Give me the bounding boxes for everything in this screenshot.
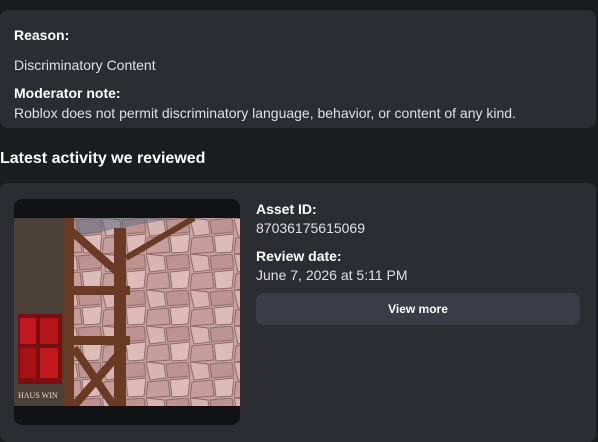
asset-id-label: Asset ID: — [256, 201, 317, 217]
view-more-button[interactable]: View more — [256, 293, 580, 325]
review-date-value: June 7, 2026 at 5:11 PM — [256, 267, 408, 283]
thumbnail-caption: HAUS WIN — [18, 391, 58, 400]
review-date-label: Review date: — [256, 248, 342, 264]
reason-value: Discriminatory Content — [14, 57, 156, 73]
asset-id-value: 87036175615069 — [256, 220, 366, 236]
top-strip — [0, 0, 598, 10]
moderator-note-label: Moderator note: — [14, 85, 121, 101]
asset-thumbnail-image: HAUS WIN — [14, 218, 240, 406]
page: Reason: Discriminatory Content Moderator… — [0, 0, 598, 442]
latest-activity-title: Latest activity we reviewed — [0, 150, 206, 167]
reason-label: Reason: — [14, 27, 70, 43]
moderator-note-value: Roblox does not permit discriminatory la… — [14, 105, 516, 121]
asset-thumbnail: HAUS WIN — [14, 199, 240, 425]
reviewed-activity-card: HAUS WIN Asset ID: 87036175615069 Review… — [0, 183, 596, 442]
moderation-reason-card: Reason: Discriminatory Content Moderator… — [0, 10, 596, 128]
